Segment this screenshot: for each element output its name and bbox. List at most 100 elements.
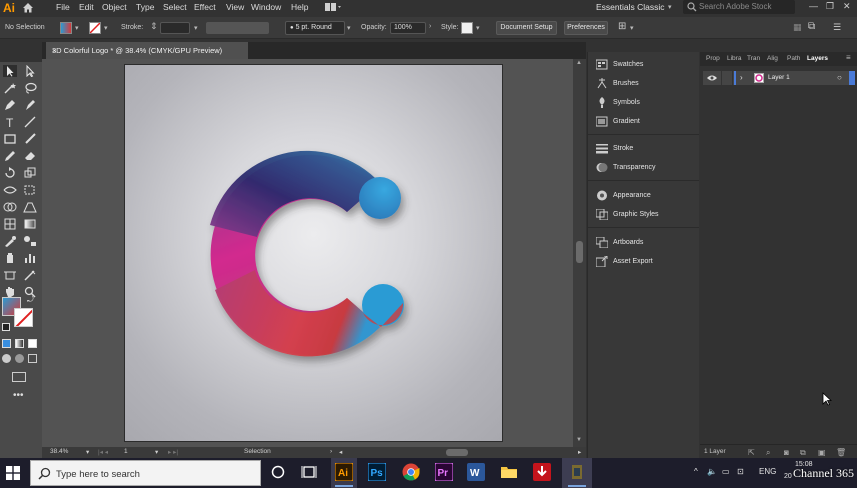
volume-icon[interactable]: 🔈 bbox=[707, 467, 717, 476]
eraser-tool-icon[interactable] bbox=[23, 150, 37, 162]
unknown-app-icon[interactable] bbox=[568, 463, 586, 481]
premiere-app-icon[interactable]: Pr bbox=[435, 463, 453, 481]
slice-tool-icon[interactable] bbox=[23, 269, 37, 281]
taskbar-search-box[interactable]: Type here to search bbox=[30, 460, 261, 486]
preferences-button[interactable]: Preferences bbox=[564, 21, 608, 35]
fill-swatch[interactable] bbox=[60, 22, 72, 34]
zoom-level[interactable]: 38.4% bbox=[50, 448, 68, 455]
minimize-icon[interactable]: — bbox=[809, 1, 818, 11]
gradient-mode-icon[interactable] bbox=[15, 339, 24, 348]
delete-layer-icon[interactable]: 🗑 bbox=[836, 448, 846, 457]
opacity-field[interactable]: 100% bbox=[390, 22, 426, 34]
export-icon[interactable]: ⇱ bbox=[748, 448, 755, 457]
panel-appearance[interactable]: Appearance bbox=[588, 187, 699, 205]
scale-tool-icon[interactable] bbox=[23, 167, 37, 179]
shape-builder-tool-icon[interactable] bbox=[3, 201, 17, 213]
stroke-weight-caret-icon[interactable]: ▾ bbox=[194, 24, 198, 32]
menu-type[interactable]: Type bbox=[136, 2, 154, 12]
opacity-arrow-icon[interactable]: › bbox=[429, 23, 431, 30]
chrome-app-icon[interactable] bbox=[402, 463, 420, 481]
layer-row[interactable]: › Layer 1 ○ bbox=[703, 71, 855, 85]
illustrator-app-icon[interactable]: Ai bbox=[335, 463, 353, 481]
curvature-tool-icon[interactable] bbox=[23, 99, 37, 111]
menu-edit[interactable]: Edit bbox=[79, 2, 94, 12]
show-hidden-icons[interactable]: ^ bbox=[694, 467, 698, 476]
rectangle-tool-icon[interactable] bbox=[3, 133, 17, 145]
draw-behind-icon[interactable] bbox=[15, 354, 24, 363]
target-circle-icon[interactable]: ○ bbox=[837, 73, 842, 82]
locate-object-icon[interactable]: ⌕ bbox=[766, 448, 770, 458]
photoshop-app-icon[interactable]: Ps bbox=[368, 463, 386, 481]
tab-layers[interactable]: Layers bbox=[807, 55, 828, 62]
home-icon[interactable] bbox=[22, 2, 34, 13]
document-tab[interactable]: 3D Colorful Logo * @ 38.4% (CMYK/GPU Pre… bbox=[46, 42, 248, 59]
symbol-sprayer-tool-icon[interactable] bbox=[3, 252, 17, 264]
align-icon[interactable]: ▦ bbox=[793, 22, 802, 33]
close-icon[interactable]: ✕ bbox=[843, 1, 851, 12]
stroke-weight-field[interactable] bbox=[160, 22, 190, 34]
style-caret-icon[interactable]: ▾ bbox=[476, 24, 480, 32]
downloader-app-icon[interactable] bbox=[533, 463, 551, 481]
mesh-tool-icon[interactable] bbox=[3, 218, 17, 230]
edit-toolbar-icon[interactable]: ••• bbox=[13, 390, 24, 401]
scroll-up-icon[interactable]: ▲ bbox=[576, 60, 582, 66]
horizontal-scroll-thumb[interactable] bbox=[446, 449, 468, 456]
brush-caret-icon[interactable]: ▾ bbox=[347, 24, 351, 32]
transform-icon[interactable]: ⧉ bbox=[808, 21, 815, 32]
new-layer-icon[interactable]: ▣ bbox=[818, 448, 826, 457]
artboard[interactable] bbox=[124, 64, 503, 442]
menu-window[interactable]: Window bbox=[251, 2, 281, 12]
artboard-tool-icon[interactable] bbox=[3, 269, 17, 281]
menu-help[interactable]: Help bbox=[291, 2, 308, 12]
canvas-area[interactable] bbox=[42, 59, 579, 447]
next-artboard-icon[interactable]: ▸ ▸| bbox=[168, 448, 178, 456]
scroll-thumb[interactable] bbox=[576, 241, 583, 263]
panel-brushes[interactable]: Brushes bbox=[588, 75, 699, 93]
direct-selection-tool-icon[interactable] bbox=[23, 64, 37, 78]
clock-date[interactable]: 20 bbox=[784, 473, 792, 480]
screen-mode-icon[interactable] bbox=[12, 372, 26, 382]
gradient-tool-icon[interactable] bbox=[23, 218, 37, 230]
default-fill-stroke-icon[interactable] bbox=[2, 323, 10, 331]
selection-tool-icon[interactable] bbox=[3, 65, 17, 77]
fill-caret-icon[interactable]: ▾ bbox=[75, 24, 79, 32]
network-icon[interactable]: ⊡ bbox=[737, 467, 744, 476]
menu-select[interactable]: Select bbox=[163, 2, 187, 12]
lock-toggle[interactable] bbox=[721, 71, 733, 85]
panel-stroke[interactable]: Stroke bbox=[588, 140, 699, 158]
windows-start-icon[interactable] bbox=[6, 466, 20, 480]
stock-search-field[interactable]: Search Adobe Stock bbox=[683, 0, 795, 14]
line-segment-tool-icon[interactable] bbox=[23, 116, 37, 128]
none-mode-icon[interactable] bbox=[28, 339, 37, 348]
arrange-caret-icon[interactable]: ▾ bbox=[630, 24, 634, 32]
panel-transparency[interactable]: Transparency bbox=[588, 159, 699, 177]
zoom-caret-icon[interactable]: ▾ bbox=[86, 448, 89, 456]
scroll-down-icon[interactable]: ▼ bbox=[576, 437, 582, 443]
colorful-c-logo[interactable] bbox=[125, 65, 504, 443]
tab-libraries[interactable]: Libra bbox=[727, 55, 741, 62]
arrange-documents-icon[interactable] bbox=[325, 3, 341, 12]
first-artboard-icon[interactable]: |◂ ◂ bbox=[98, 448, 108, 456]
panel-asset-export[interactable]: Asset Export bbox=[588, 253, 699, 271]
lasso-tool-icon[interactable] bbox=[23, 82, 37, 94]
menu-effect[interactable]: Effect bbox=[194, 2, 216, 12]
artboard-caret-icon[interactable]: ▾ bbox=[155, 448, 158, 456]
status-arrow-icon[interactable]: › bbox=[330, 448, 332, 455]
perspective-grid-tool-icon[interactable] bbox=[23, 201, 37, 213]
h-scroll-left-icon[interactable]: ◂ bbox=[339, 448, 342, 456]
stroke-weight-stepper-icon[interactable]: ⇕ bbox=[150, 21, 158, 32]
close-document-icon[interactable]: × bbox=[52, 46, 243, 55]
free-transform-tool-icon[interactable] bbox=[23, 184, 37, 196]
workspace-switcher[interactable]: Essentials Classic bbox=[596, 2, 665, 12]
new-sublayer-icon[interactable]: ⧉ bbox=[800, 448, 806, 458]
tab-properties[interactable]: Prop bbox=[706, 55, 720, 62]
file-explorer-icon[interactable] bbox=[500, 463, 518, 481]
document-setup-button[interactable]: Document Setup bbox=[496, 21, 557, 35]
tab-align[interactable]: Alig bbox=[767, 55, 778, 62]
draw-mode-icon[interactable] bbox=[2, 354, 11, 363]
battery-icon[interactable]: ▭ bbox=[722, 467, 730, 476]
stroke-color-swatch[interactable] bbox=[14, 308, 33, 327]
panel-symbols[interactable]: Symbols bbox=[588, 94, 699, 112]
tab-transform[interactable]: Tran bbox=[747, 55, 760, 62]
magic-wand-tool-icon[interactable] bbox=[3, 82, 17, 94]
